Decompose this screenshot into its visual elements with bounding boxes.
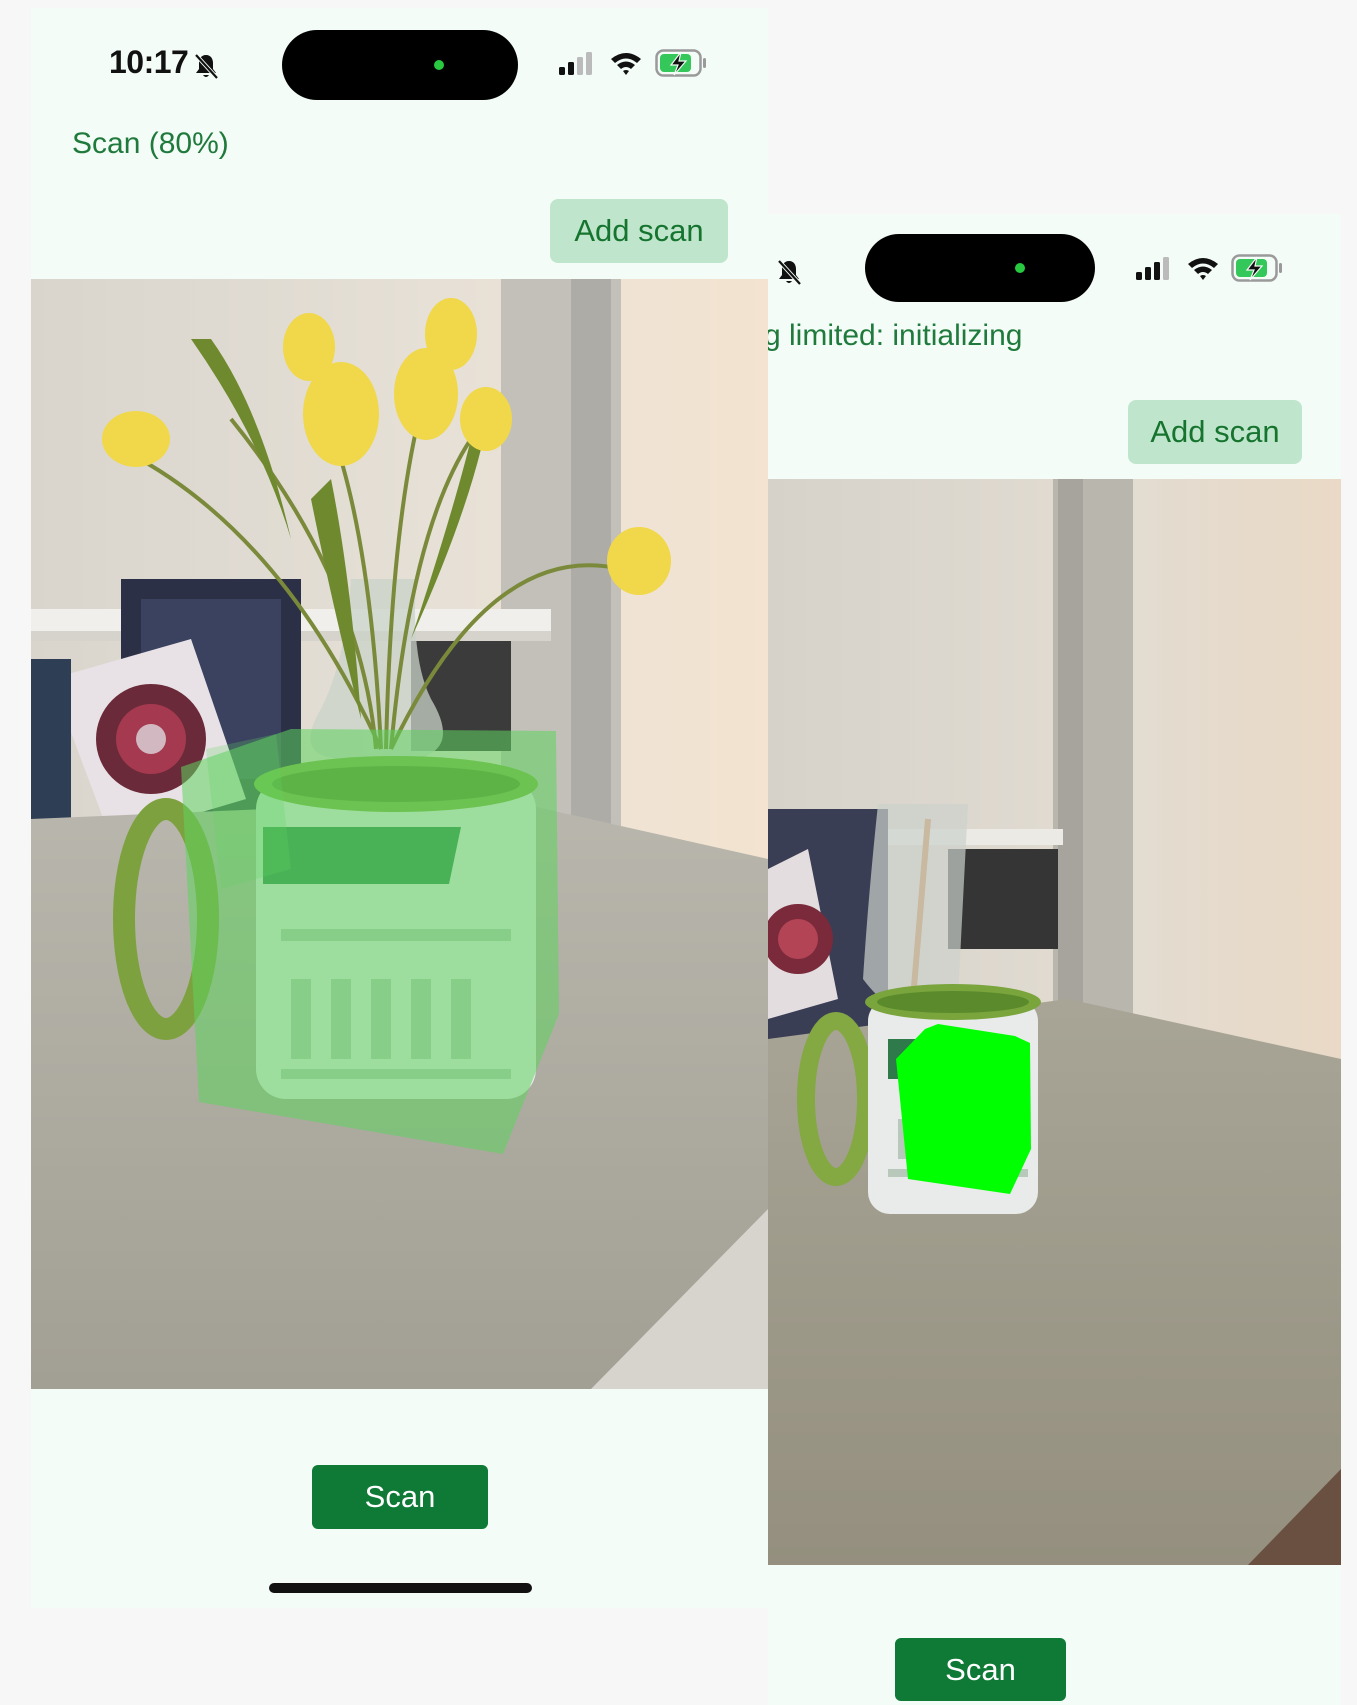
wifi-icon xyxy=(1188,258,1218,280)
home-indicator[interactable] xyxy=(269,1583,532,1593)
cellular-signal-icon xyxy=(1136,257,1169,280)
scan-button[interactable]: Scan xyxy=(895,1638,1066,1701)
camera-preview[interactable] xyxy=(31,279,768,1389)
camera-indicator-dot xyxy=(1015,263,1025,273)
camera-indicator-dot xyxy=(434,60,444,70)
dynamic-island xyxy=(865,234,1095,302)
battery-charging-icon xyxy=(655,49,706,77)
status-time: 10:17 xyxy=(109,44,189,80)
bell-slash-icon xyxy=(194,53,219,80)
dynamic-island xyxy=(282,30,518,100)
status-bar xyxy=(768,214,1341,324)
tracking-status-text: g limited: initializing xyxy=(768,319,1023,352)
scan-button[interactable]: Scan xyxy=(312,1465,488,1529)
status-bar: 10:17 xyxy=(31,8,768,118)
bell-slash-icon xyxy=(777,259,802,286)
cellular-signal-icon xyxy=(559,52,592,75)
camera-scene xyxy=(768,479,1341,1565)
phone-screen-right: g limited: initializing Add scan Scan xyxy=(768,214,1341,1705)
phone-screen-left: 10:17 Scan (80%) Add scan Scan xyxy=(31,8,768,1608)
camera-scene xyxy=(31,279,768,1389)
camera-preview[interactable] xyxy=(768,479,1341,1565)
wifi-icon xyxy=(611,53,641,75)
add-scan-button[interactable]: Add scan xyxy=(1128,400,1302,464)
add-scan-button[interactable]: Add scan xyxy=(550,199,728,263)
battery-charging-icon xyxy=(1231,254,1282,282)
scan-overlay-shape xyxy=(896,1024,1031,1194)
scan-progress-text: Scan (80%) xyxy=(72,127,229,160)
